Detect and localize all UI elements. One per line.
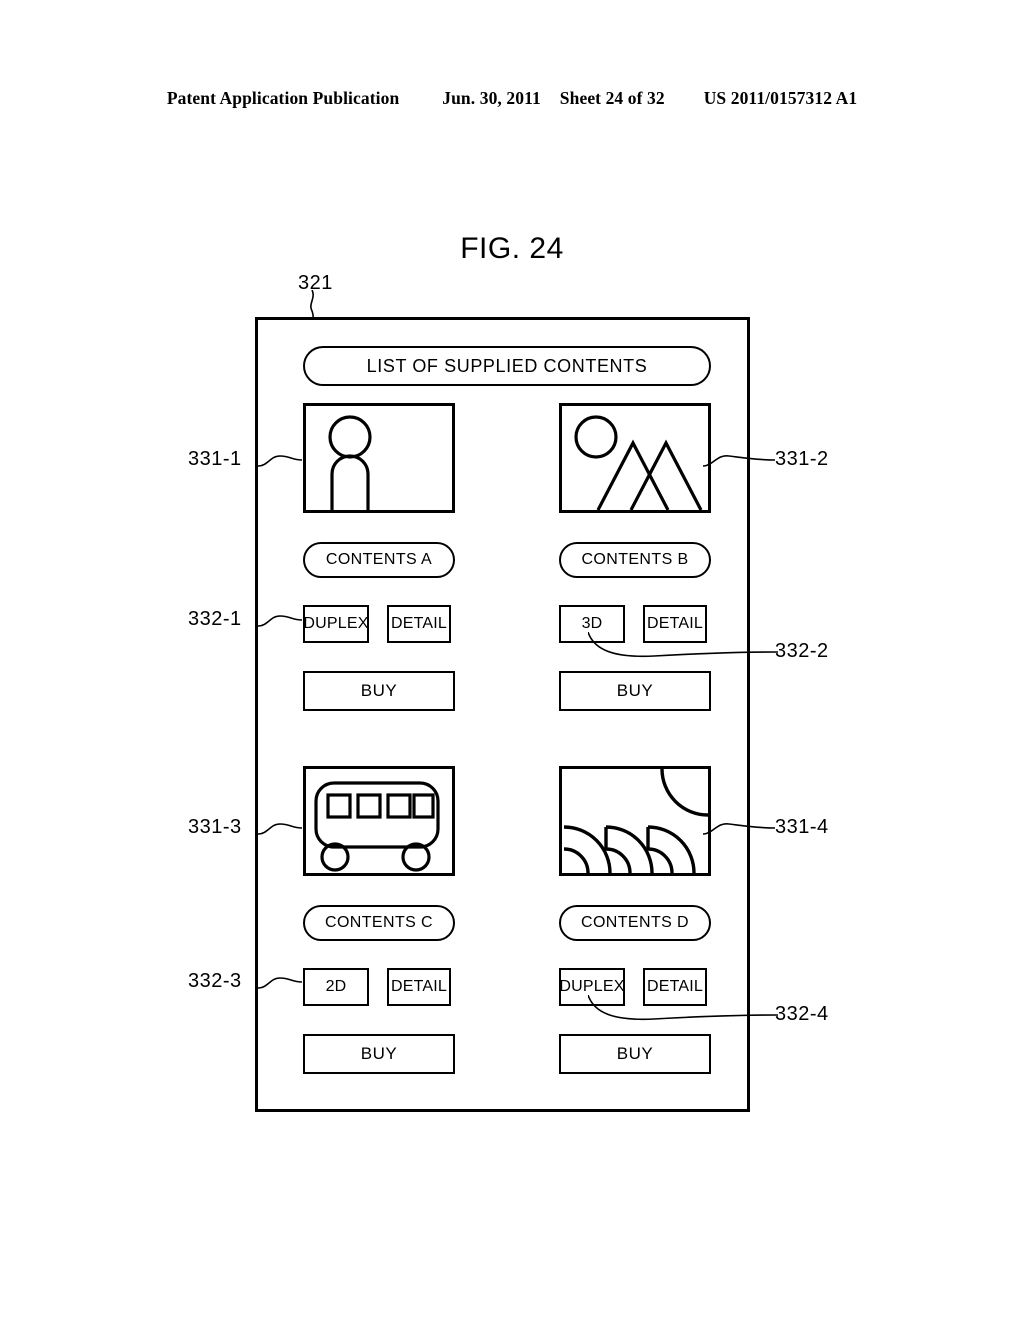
- content-item-3: CONTENTS C 2D DETAIL BUY: [303, 766, 455, 1074]
- reference-numeral-331-2: 331-2: [775, 448, 829, 470]
- content-title-pill-3[interactable]: CONTENTS C: [303, 905, 455, 941]
- landscape-icon: [574, 415, 703, 510]
- list-title-bar: LIST OF SUPPLIED CONTENTS: [303, 346, 711, 386]
- detail-button-label-4: DETAIL: [646, 978, 704, 995]
- format-button-3[interactable]: 2D: [303, 968, 369, 1006]
- format-button-label-3: 2D: [325, 978, 347, 995]
- format-button-4[interactable]: DUPLEX: [559, 968, 625, 1006]
- patent-number: US 2011/0157312 A1: [703, 88, 858, 108]
- bus-icon: [314, 781, 440, 872]
- buy-button-label-1: BUY: [360, 681, 398, 700]
- format-button-1[interactable]: DUPLEX: [303, 605, 369, 643]
- device-screen-frame: LIST OF SUPPLIED CONTENTS CONTENTS A DUP…: [255, 317, 750, 1112]
- detail-button-3[interactable]: DETAIL: [387, 968, 451, 1006]
- content-thumbnail-4[interactable]: [559, 766, 711, 876]
- content-thumbnail-3[interactable]: [303, 766, 455, 876]
- detail-button-label-2: DETAIL: [646, 615, 704, 632]
- content-title-label-1: CONTENTS A: [325, 551, 433, 568]
- detail-button-1[interactable]: DETAIL: [387, 605, 451, 643]
- patent-header: Patent Application Publication Jun. 30, …: [0, 88, 1024, 109]
- detail-button-label-1: DETAIL: [390, 615, 448, 632]
- abstract-arcs-icon: [563, 769, 708, 873]
- content-title-pill-2[interactable]: CONTENTS B: [559, 542, 711, 578]
- content-title-pill-1[interactable]: CONTENTS A: [303, 542, 455, 578]
- figure-title: FIG. 24: [460, 232, 564, 265]
- person-icon: [328, 415, 372, 510]
- content-title-label-2: CONTENTS B: [581, 551, 689, 568]
- detail-button-label-3: DETAIL: [390, 978, 448, 995]
- format-button-label-2: 3D: [581, 615, 603, 632]
- content-title-label-3: CONTENTS C: [325, 914, 433, 931]
- format-button-2[interactable]: 3D: [559, 605, 625, 643]
- buy-button-2[interactable]: BUY: [559, 671, 711, 711]
- buy-button-label-3: BUY: [360, 1044, 398, 1063]
- reference-numeral-331-1: 331-1: [188, 448, 242, 470]
- reference-numeral-332-4: 332-4: [775, 1003, 829, 1025]
- format-button-label-4: DUPLEX: [559, 978, 625, 995]
- detail-button-2[interactable]: DETAIL: [643, 605, 707, 643]
- reference-numeral-332-2: 332-2: [775, 640, 829, 662]
- reference-numeral-332-3: 332-3: [188, 970, 242, 992]
- buy-button-4[interactable]: BUY: [559, 1034, 711, 1074]
- content-thumbnail-1[interactable]: [303, 403, 455, 513]
- reference-numeral-331-4: 331-4: [775, 816, 829, 838]
- content-thumbnail-2[interactable]: [559, 403, 711, 513]
- content-item-1: CONTENTS A DUPLEX DETAIL BUY: [303, 403, 455, 711]
- content-button-row-3: 2D DETAIL: [303, 968, 455, 1006]
- buy-button-1[interactable]: BUY: [303, 671, 455, 711]
- list-title-label: LIST OF SUPPLIED CONTENTS: [366, 355, 648, 376]
- content-item-4: CONTENTS D DUPLEX DETAIL BUY: [559, 766, 711, 1074]
- content-button-row-2: 3D DETAIL: [559, 605, 711, 643]
- publication-date: Jun. 30, 2011: [442, 88, 541, 108]
- reference-numeral-332-1: 332-1: [188, 608, 242, 630]
- buy-button-label-2: BUY: [616, 681, 654, 700]
- content-item-2: CONTENTS B 3D DETAIL BUY: [559, 403, 711, 711]
- buy-button-label-4: BUY: [616, 1044, 654, 1063]
- buy-button-3[interactable]: BUY: [303, 1034, 455, 1074]
- reference-numeral-321: 321: [298, 272, 333, 294]
- content-title-pill-4[interactable]: CONTENTS D: [559, 905, 711, 941]
- content-button-row-4: DUPLEX DETAIL: [559, 968, 711, 1006]
- content-title-label-4: CONTENTS D: [581, 914, 689, 931]
- format-button-label-1: DUPLEX: [303, 615, 369, 632]
- reference-numeral-331-3: 331-3: [188, 816, 242, 838]
- detail-button-4[interactable]: DETAIL: [643, 968, 707, 1006]
- sheet-number: Sheet 24 of 32: [559, 88, 665, 108]
- publication-label: Patent Application Publication: [166, 88, 400, 108]
- content-button-row-1: DUPLEX DETAIL: [303, 605, 455, 643]
